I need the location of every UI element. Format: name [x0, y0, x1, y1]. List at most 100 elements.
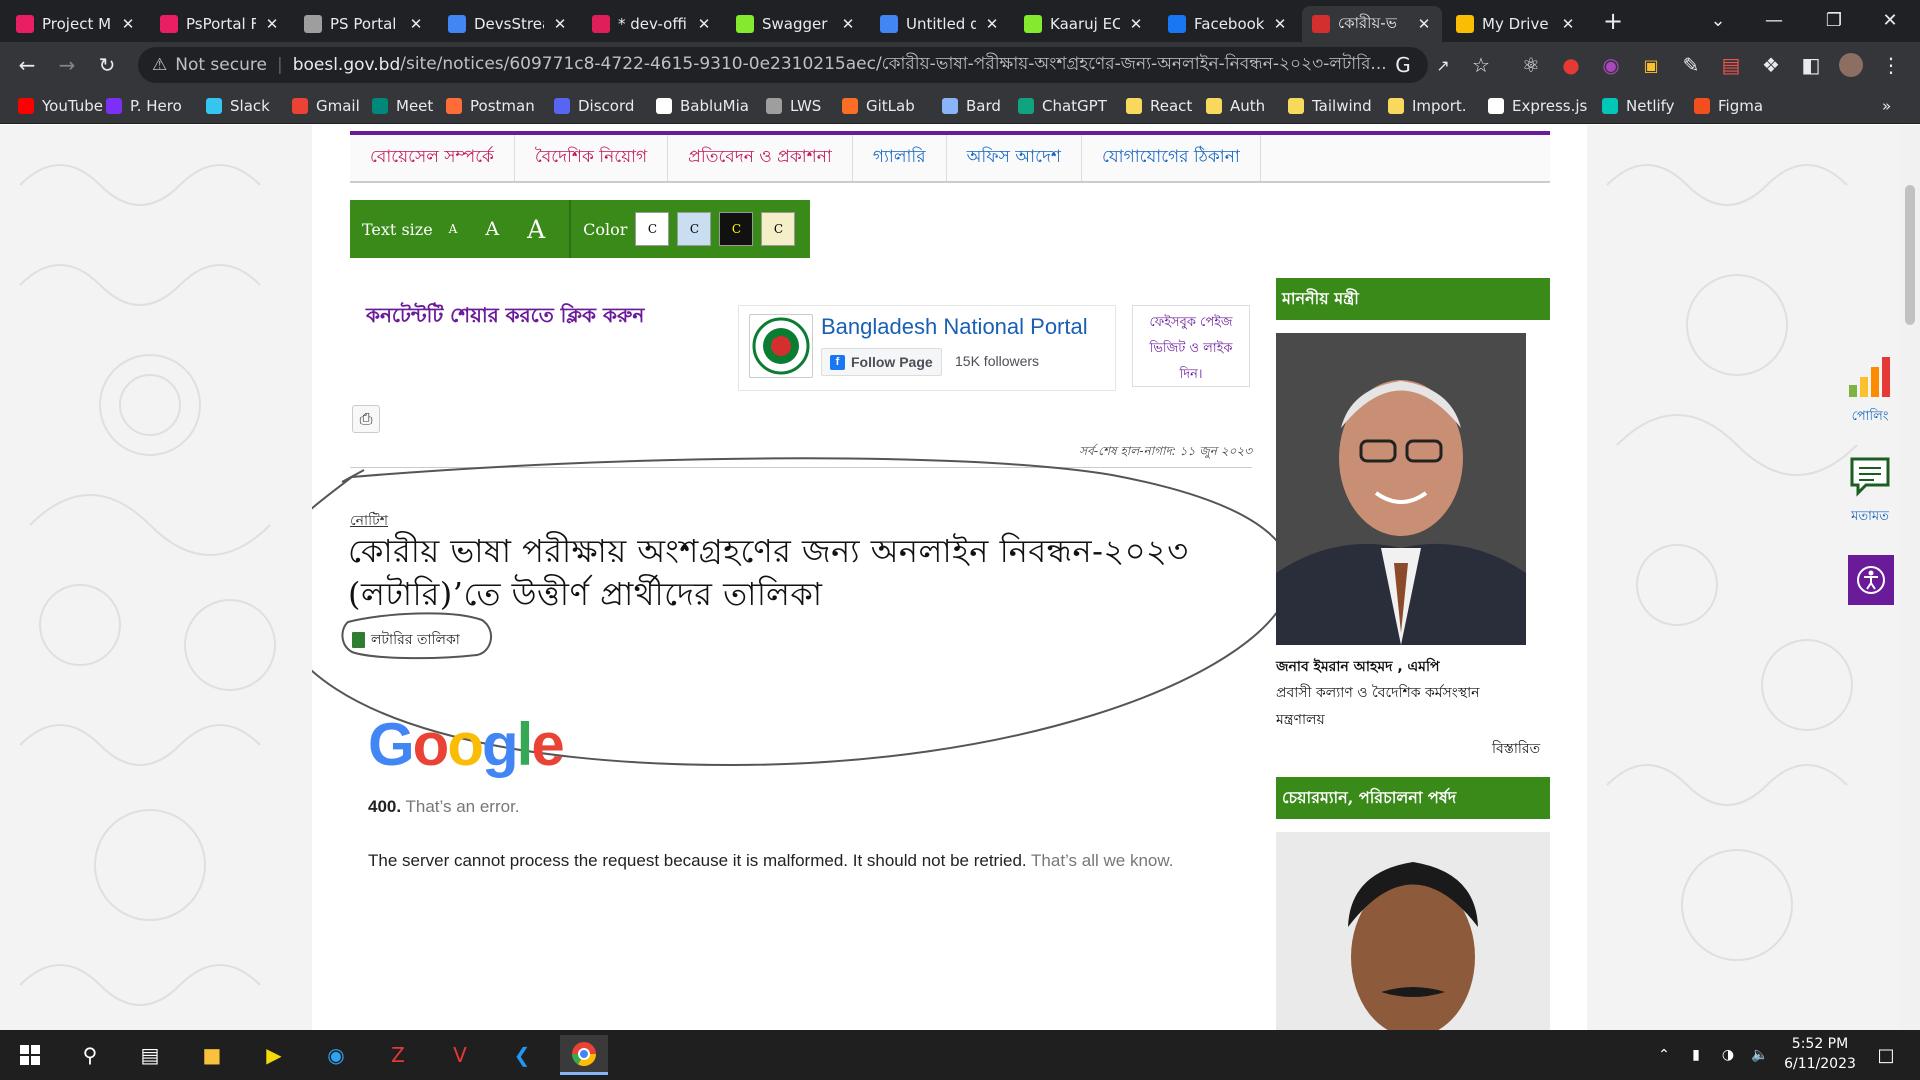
- bookmark-item[interactable]: Netlify: [1602, 94, 1675, 118]
- bookmark-item[interactable]: Bard: [942, 94, 1001, 118]
- task-view-icon[interactable]: ▤: [126, 1035, 174, 1075]
- minimize-button[interactable]: —: [1746, 0, 1802, 40]
- extensions-puzzle-icon[interactable]: ❖: [1756, 50, 1786, 80]
- bookmark-item[interactable]: Tailwind: [1288, 94, 1372, 118]
- fb-follow-button[interactable]: f Follow Page: [821, 348, 942, 376]
- browser-tab[interactable]: PsPortal F ✕: [150, 6, 290, 42]
- close-tab-icon[interactable]: ✕: [264, 15, 280, 33]
- accessibility-button[interactable]: [1848, 555, 1894, 605]
- close-tab-icon[interactable]: ✕: [1560, 15, 1576, 33]
- print-button[interactable]: ⎙: [352, 405, 380, 433]
- back-button[interactable]: ←: [12, 50, 42, 80]
- close-tab-icon[interactable]: ✕: [984, 15, 1000, 33]
- bookmark-item[interactable]: Figma: [1694, 94, 1763, 118]
- edge-browser-icon[interactable]: ◉: [312, 1035, 360, 1075]
- new-tab-button[interactable]: +: [1598, 6, 1628, 36]
- bookmark-item[interactable]: Discord: [554, 94, 634, 118]
- close-tab-icon[interactable]: ✕: [696, 15, 712, 33]
- browser-menu-icon[interactable]: ⋮: [1876, 50, 1906, 80]
- close-tab-icon[interactable]: ✕: [1416, 15, 1432, 33]
- attachment-link[interactable]: লটারির তালিকা: [352, 628, 460, 652]
- nav-item-contact[interactable]: যোগাযোগের ঠিকানা: [1082, 135, 1261, 181]
- vivaldi-icon[interactable]: V: [436, 1035, 484, 1075]
- bookmark-item[interactable]: Slack: [206, 94, 270, 118]
- share-content-link[interactable]: কনটেন্টটি শেয়ার করতে ক্লিক করুন: [366, 301, 644, 334]
- browser-tab[interactable]: কোরীয়-ভ ✕: [1302, 6, 1442, 42]
- forward-button[interactable]: →: [52, 50, 82, 80]
- bookmark-item[interactable]: React: [1126, 94, 1192, 118]
- browser-tab[interactable]: DevsStrea ✕: [438, 6, 578, 42]
- bookmark-item[interactable]: Import.: [1388, 94, 1467, 118]
- nav-item-office-orders[interactable]: অফিস আদেশ: [947, 135, 1082, 181]
- browser-tab[interactable]: PS Portal ✕: [294, 6, 434, 42]
- bookmark-item[interactable]: LWS: [766, 94, 821, 118]
- browser-tab[interactable]: My Drive ✕: [1446, 6, 1586, 42]
- bookmark-item[interactable]: YouTube: [18, 94, 103, 118]
- bookmark-item[interactable]: Auth: [1206, 94, 1265, 118]
- browser-tab[interactable]: * dev-offi ✕: [582, 6, 722, 42]
- extension-icon-4[interactable]: ✎: [1676, 50, 1706, 80]
- bookmark-item[interactable]: Postman: [446, 94, 535, 118]
- filezilla-icon[interactable]: Z: [374, 1035, 422, 1075]
- bookmark-item[interactable]: Gmail: [292, 94, 360, 118]
- profile-avatar[interactable]: [1836, 50, 1866, 80]
- chrome-icon[interactable]: [560, 1035, 608, 1075]
- media-player-icon[interactable]: ▶: [250, 1035, 298, 1075]
- reload-button[interactable]: ↻: [92, 50, 122, 80]
- color-scheme-button[interactable]: C: [719, 212, 754, 246]
- browser-tab[interactable]: Facebook ✕: [1158, 6, 1298, 42]
- close-tab-icon[interactable]: ✕: [552, 15, 568, 33]
- text-size-large-button[interactable]: A: [527, 215, 545, 244]
- vscode-icon[interactable]: ❮: [498, 1035, 546, 1075]
- polling-widget[interactable]: পোলিং: [1840, 355, 1900, 428]
- bookmark-item[interactable]: P. Hero: [106, 94, 182, 118]
- text-size-medium-button[interactable]: A: [485, 218, 499, 240]
- address-bar[interactable]: ⚠ Not secure | boesl.gov.bd /site/notice…: [138, 47, 1428, 83]
- facebook-visit-link[interactable]: ফেইসবুক পেইজ ভিজিট ও লাইক দিন।: [1132, 305, 1250, 387]
- close-tab-icon[interactable]: ✕: [1128, 15, 1144, 33]
- color-scheme-button[interactable]: C: [761, 212, 796, 246]
- react-devtools-icon[interactable]: ⚛: [1516, 50, 1546, 80]
- extension-icon-5[interactable]: ▤: [1716, 50, 1746, 80]
- text-size-small-button[interactable]: A: [449, 222, 458, 236]
- side-panel-icon[interactable]: ◧: [1796, 50, 1826, 80]
- close-tab-icon[interactable]: ✕: [120, 15, 136, 33]
- close-window-button[interactable]: ✕: [1862, 0, 1918, 40]
- page-scrollbar[interactable]: [1900, 125, 1920, 1030]
- fb-page-name[interactable]: Bangladesh National Portal: [821, 314, 1088, 340]
- color-scheme-button[interactable]: C: [677, 212, 712, 246]
- nav-item-gallery[interactable]: গ্যালারি: [853, 135, 947, 181]
- extension-icon-1[interactable]: ●: [1556, 50, 1586, 80]
- feedback-widget[interactable]: মতামত: [1840, 455, 1900, 528]
- search-icon[interactable]: ⚲: [66, 1035, 114, 1075]
- google-lens-icon[interactable]: G: [1388, 50, 1418, 80]
- tab-search-button[interactable]: ⌄: [1690, 0, 1746, 40]
- maximize-button[interactable]: ❐: [1806, 0, 1862, 40]
- bookmark-star-icon[interactable]: ☆: [1466, 50, 1496, 80]
- color-scheme-button[interactable]: C: [635, 212, 670, 246]
- extension-icon-2[interactable]: ◉: [1596, 50, 1626, 80]
- close-tab-icon[interactable]: ✕: [840, 15, 856, 33]
- scrollbar-thumb[interactable]: [1905, 185, 1915, 325]
- bookmark-item[interactable]: ChatGPT: [1018, 94, 1107, 118]
- extension-icon-3[interactable]: ▣: [1636, 50, 1666, 80]
- share-icon[interactable]: ↗: [1428, 50, 1458, 80]
- browser-tab[interactable]: Untitled d ✕: [870, 6, 1010, 42]
- bookmark-item[interactable]: BabluMia: [656, 94, 749, 118]
- minister-details-link[interactable]: বিস্তারিত: [1492, 737, 1540, 761]
- close-tab-icon[interactable]: ✕: [408, 15, 424, 33]
- close-tab-icon[interactable]: ✕: [1272, 15, 1288, 33]
- bookmark-item[interactable]: Meet: [372, 94, 433, 118]
- nav-item-about[interactable]: বোয়েসেল সম্পর্কে: [350, 135, 515, 181]
- bookmark-item[interactable]: Express.js: [1488, 94, 1587, 118]
- browser-tab[interactable]: Swagger ✕: [726, 6, 866, 42]
- browser-tab[interactable]: Kaaruj EC ✕: [1014, 6, 1154, 42]
- browser-tab[interactable]: Project M ✕: [6, 6, 146, 42]
- nav-item-reports[interactable]: প্রতিবেদন ও প্রকাশনা: [668, 135, 853, 181]
- system-clock[interactable]: 5:52 PM 6/11/2023: [1770, 1034, 1870, 1074]
- windows-start-icon[interactable]: [6, 1035, 54, 1075]
- nav-item-overseas-recruitment[interactable]: বৈদেশিক নিয়োগ: [515, 135, 669, 181]
- more-bookmarks-icon[interactable]: »: [1882, 94, 1891, 118]
- file-explorer-icon[interactable]: ■: [188, 1035, 236, 1075]
- bookmark-item[interactable]: GitLab: [842, 94, 915, 118]
